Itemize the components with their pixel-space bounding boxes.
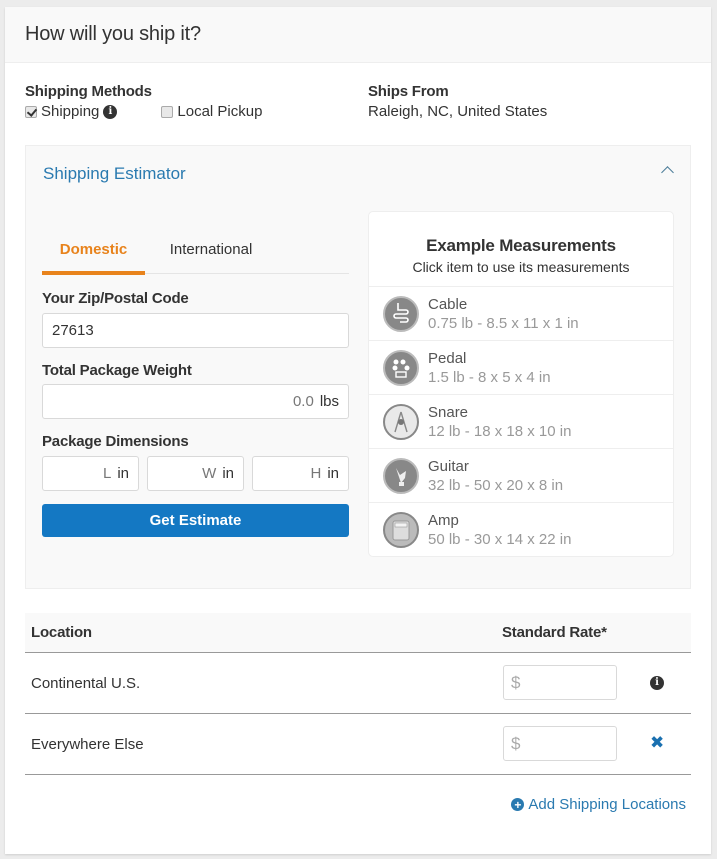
tab-international[interactable]: International [145, 224, 277, 274]
example-measurements-text: 1.5 lb - 8 x 5 x 4 in [428, 368, 551, 386]
shipping-rates-table: Location Standard Rate* Continental U.S.… [25, 613, 691, 813]
add-shipping-locations-link[interactable]: + Add Shipping Locations [511, 796, 686, 813]
examples-subtitle: Click item to use its measurements [412, 259, 630, 275]
get-estimate-button[interactable]: Get Estimate [42, 504, 349, 537]
weight-value: 0.0 [292, 393, 314, 410]
info-icon[interactable]: i [650, 676, 664, 690]
shipping-methods-label: Shipping Methods [25, 83, 152, 100]
example-item-pedal[interactable]: Pedal 1.5 lb - 8 x 5 x 4 in [369, 340, 673, 394]
zip-input[interactable]: 27613 [42, 313, 349, 348]
close-icon[interactable]: ✖ [650, 733, 664, 753]
estimator-tabs: Domestic International [42, 224, 349, 275]
page-title: How will you ship it? [25, 23, 201, 45]
shipping-checkbox[interactable] [25, 105, 37, 118]
local-pickup-option[interactable]: Local Pickup [161, 103, 262, 120]
chevron-up-icon[interactable] [661, 166, 674, 179]
dimensions-inputs: L in W in H in [42, 456, 349, 491]
guitar-icon [383, 457, 419, 494]
example-measurements-text: 12 lb - 18 x 18 x 10 in [428, 422, 572, 440]
example-name: Snare [428, 403, 469, 421]
shipping-estimator: Shipping Estimator Domestic Internationa… [25, 145, 691, 589]
weight-input[interactable]: 0.0 lbs [42, 384, 349, 419]
location-column-header: Location [31, 624, 92, 641]
rate-input[interactable]: $ [503, 726, 617, 761]
ships-from-value: Raleigh, NC, United States [368, 103, 548, 120]
zip-value: 27613 [52, 322, 94, 339]
table-row: Continental U.S. $ i [25, 653, 691, 714]
local-pickup-label: Local Pickup [177, 103, 263, 120]
shipping-methods: Shipping Methods Shipping i Local Pickup [25, 83, 262, 120]
height-placeholder: H [310, 465, 322, 482]
location-name: Everywhere Else [31, 735, 144, 753]
shipping-card: How will you ship it? Shipping Methods S… [5, 7, 711, 854]
example-item-snare[interactable]: Snare 12 lb - 18 x 18 x 10 in [369, 394, 673, 448]
height-input[interactable]: H in [252, 456, 349, 491]
rate-input[interactable]: $ [503, 665, 617, 700]
example-measurements-text: 50 lb - 30 x 14 x 22 in [428, 530, 572, 548]
shipping-option-label: Shipping [41, 103, 100, 120]
example-item-cable[interactable]: Cable 0.75 lb - 8.5 x 11 x 1 in [369, 286, 673, 340]
ships-from: Ships From Raleigh, NC, United States [368, 83, 547, 120]
table-header: Location Standard Rate* [25, 613, 691, 653]
zip-label: Your Zip/Postal Code [42, 290, 189, 307]
tab-domestic[interactable]: Domestic [42, 224, 145, 275]
currency-symbol: $ [511, 733, 521, 753]
example-name: Amp [428, 511, 459, 529]
weight-label: Total Package Weight [42, 362, 192, 379]
example-item-amp[interactable]: Amp 50 lb - 30 x 14 x 22 in [369, 502, 673, 556]
width-unit: in [222, 465, 234, 482]
ships-from-label: Ships From [368, 83, 449, 100]
example-name: Guitar [428, 457, 469, 475]
length-placeholder: L [102, 465, 112, 482]
example-item-guitar[interactable]: Guitar 32 lb - 50 x 20 x 8 in [369, 448, 673, 502]
example-measurements-text: 0.75 lb - 8.5 x 11 x 1 in [428, 314, 579, 332]
dimensions-label: Package Dimensions [42, 433, 189, 450]
example-measurements: Example Measurements Click item to use i… [368, 211, 674, 557]
methods-row: Shipping Methods Shipping i Local Pickup… [25, 83, 691, 133]
card-header: How will you ship it? [5, 7, 711, 63]
examples-title: Example Measurements [426, 236, 616, 255]
estimator-title[interactable]: Shipping Estimator [43, 164, 186, 184]
length-unit: in [117, 465, 129, 482]
cable-icon [383, 295, 419, 332]
rate-column-header: Standard Rate* [502, 624, 607, 641]
shipping-option[interactable]: Shipping i [25, 103, 118, 120]
height-unit: in [327, 465, 339, 482]
currency-symbol: $ [511, 672, 521, 692]
example-measurements-text: 32 lb - 50 x 20 x 8 in [428, 476, 564, 494]
example-name: Cable [428, 295, 468, 313]
width-placeholder: W [202, 465, 217, 482]
amp-icon [383, 511, 419, 548]
info-icon[interactable]: i [103, 104, 118, 119]
pedal-icon [383, 349, 419, 386]
plus-circle-icon: + [511, 798, 525, 811]
snare-icon [383, 403, 419, 440]
table-row: Everywhere Else $ ✖ [25, 714, 691, 775]
example-name: Pedal [428, 349, 467, 367]
width-input[interactable]: W in [147, 456, 244, 491]
length-input[interactable]: L in [42, 456, 139, 491]
location-name: Continental U.S. [31, 674, 141, 692]
add-shipping-locations-label: Add Shipping Locations [528, 796, 686, 813]
weight-unit: lbs [319, 393, 339, 410]
local-pickup-checkbox[interactable] [161, 105, 174, 118]
